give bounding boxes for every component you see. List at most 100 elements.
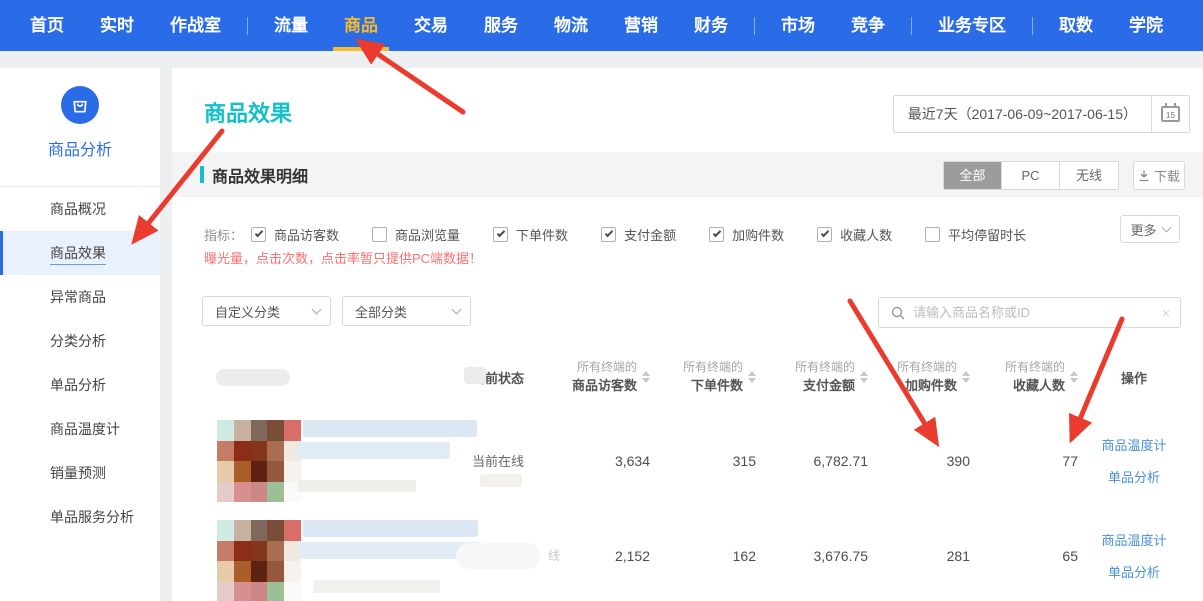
table-header-metric[interactable]: 所有终端的收藏人数 [970, 355, 1078, 400]
action-link[interactable]: 单品分析 [1108, 562, 1160, 581]
sidebar-item[interactable]: 分类分析 [0, 319, 160, 363]
date-range-button[interactable]: 最近7天（2017-06-09~2017-06-15） [893, 95, 1152, 133]
download-icon [1138, 170, 1150, 182]
metric-header-name: 支付金额 [795, 377, 855, 396]
metric-checkbox[interactable]: 下单件数 [493, 225, 568, 244]
sort-icon[interactable] [642, 371, 650, 383]
calendar-button[interactable]: 15 [1152, 95, 1190, 133]
nav-item[interactable]: 实时 [82, 0, 152, 51]
sidebar-item[interactable]: 单品分析 [0, 363, 160, 407]
table-header-metric[interactable]: 所有终端的商品访客数 [544, 355, 650, 400]
sidebar-item-label: 商品温度计 [50, 421, 120, 437]
checkbox[interactable] [709, 227, 724, 242]
metric-checkbox[interactable]: 商品浏览量 [372, 225, 460, 244]
table-header-metric[interactable]: 所有终端的支付金额 [756, 355, 868, 400]
clear-search-icon[interactable]: × [1162, 306, 1170, 320]
mosaic-cell [267, 541, 284, 562]
search-icon [891, 306, 905, 320]
table-header-metric[interactable]: 所有终端的加购件数 [868, 355, 970, 400]
action-link[interactable]: 商品温度计 [1101, 530, 1166, 549]
sort-asc-icon [1070, 371, 1078, 376]
metric-value-cell: 315 [650, 413, 756, 508]
table-row: 当前在线3,6343156,782.7139077商品温度计单品分析 [200, 413, 1190, 508]
product-cell[interactable] [200, 508, 452, 601]
table-header-status[interactable]: 当前状态 [452, 355, 544, 400]
category-select[interactable]: 自定义分类 [202, 296, 331, 326]
checkbox[interactable] [493, 227, 508, 242]
nav-item[interactable]: 学院 [1111, 0, 1181, 51]
metric-checkbox[interactable]: 平均停留时长 [925, 225, 1026, 244]
metric-value-cell: 3,634 [544, 413, 650, 508]
action-cell: 商品温度计单品分析 [1078, 413, 1190, 508]
sidebar-item-label: 单品服务分析 [50, 509, 134, 525]
metric-checkbox[interactable]: 加购件数 [709, 225, 784, 244]
search-input[interactable] [913, 305, 1162, 320]
mosaic-cell [267, 441, 284, 462]
sort-icon[interactable] [962, 371, 970, 383]
nav-divider [1032, 17, 1033, 35]
category-select-value: 全部分类 [355, 302, 407, 321]
sort-icon[interactable] [860, 371, 868, 383]
sidebar-item[interactable]: 异常商品 [0, 275, 160, 319]
status-blurred-patch [456, 543, 540, 569]
sidebar-item-label: 商品效果 [50, 245, 106, 265]
mosaic-cell [234, 441, 251, 462]
mosaic-cell [234, 541, 251, 562]
metric-checkbox[interactable]: 收藏人数 [817, 225, 892, 244]
checkbox[interactable] [817, 227, 832, 242]
metric-value-cell: 3,676.75 [756, 508, 868, 601]
mosaic-cell [234, 461, 251, 482]
nav-item[interactable]: 财务 [676, 0, 746, 51]
nav-item[interactable]: 业务专区 [920, 0, 1024, 51]
nav-item[interactable]: 物流 [536, 0, 606, 51]
metric-checkbox[interactable]: 商品访客数 [251, 225, 339, 244]
mosaic-cell [284, 420, 301, 441]
sort-icon[interactable] [748, 371, 756, 383]
sidebar-item[interactable]: 商品概况 [0, 187, 160, 231]
nav-item[interactable]: 市场 [763, 0, 833, 51]
section-title-text: 商品效果明细 [212, 163, 308, 187]
metric-value-cell: 162 [650, 508, 756, 601]
mosaic-cell [251, 582, 268, 601]
nav-item[interactable]: 首页 [12, 0, 82, 51]
mosaic-cell [284, 461, 301, 482]
nav-item[interactable]: 竞争 [833, 0, 903, 51]
metric-label: 下单件数 [516, 225, 568, 244]
metric-checkbox[interactable]: 支付金额 [601, 225, 676, 244]
terminal-tab[interactable]: 无线 [1060, 162, 1118, 189]
checkbox[interactable] [251, 227, 266, 242]
metric-label: 支付金额 [624, 225, 676, 244]
checkbox[interactable] [925, 227, 940, 242]
metric-header-prefix: 所有终端的 [683, 359, 743, 376]
product-cell[interactable] [200, 413, 452, 508]
checkbox[interactable] [372, 227, 387, 242]
action-link[interactable]: 商品温度计 [1101, 435, 1166, 454]
sidebar-item[interactable]: 单品服务分析 [0, 495, 160, 539]
status-cell: 当前在线 [452, 413, 544, 508]
check-icon [496, 228, 504, 236]
checkbox[interactable] [601, 227, 616, 242]
nav-item[interactable]: 商品 [326, 0, 396, 51]
terminal-tab[interactable]: PC [1002, 162, 1060, 189]
nav-item[interactable]: 作战室 [152, 0, 239, 51]
mosaic-cell [234, 482, 251, 503]
mosaic-cell [217, 561, 234, 582]
nav-item[interactable]: 营销 [606, 0, 676, 51]
category-select[interactable]: 全部分类 [342, 296, 471, 326]
sidebar-item[interactable]: 商品效果 [0, 231, 160, 275]
sidebar-item[interactable]: 销量预测 [0, 451, 160, 495]
metric-label: 商品浏览量 [395, 225, 460, 244]
more-button[interactable]: 更多 [1120, 215, 1180, 243]
sort-icon[interactable] [1070, 371, 1078, 383]
calendar-icon: 15 [1161, 106, 1180, 122]
nav-divider [911, 17, 912, 35]
terminal-tab[interactable]: 全部 [944, 162, 1002, 189]
nav-item[interactable]: 取数 [1041, 0, 1111, 51]
sidebar-item[interactable]: 商品温度计 [0, 407, 160, 451]
nav-item[interactable]: 服务 [466, 0, 536, 51]
nav-item[interactable]: 流量 [256, 0, 326, 51]
download-button[interactable]: 下载 [1133, 161, 1185, 190]
nav-item[interactable]: 交易 [396, 0, 466, 51]
table-header-metric[interactable]: 所有终端的下单件数 [650, 355, 756, 400]
action-link[interactable]: 单品分析 [1108, 467, 1160, 486]
